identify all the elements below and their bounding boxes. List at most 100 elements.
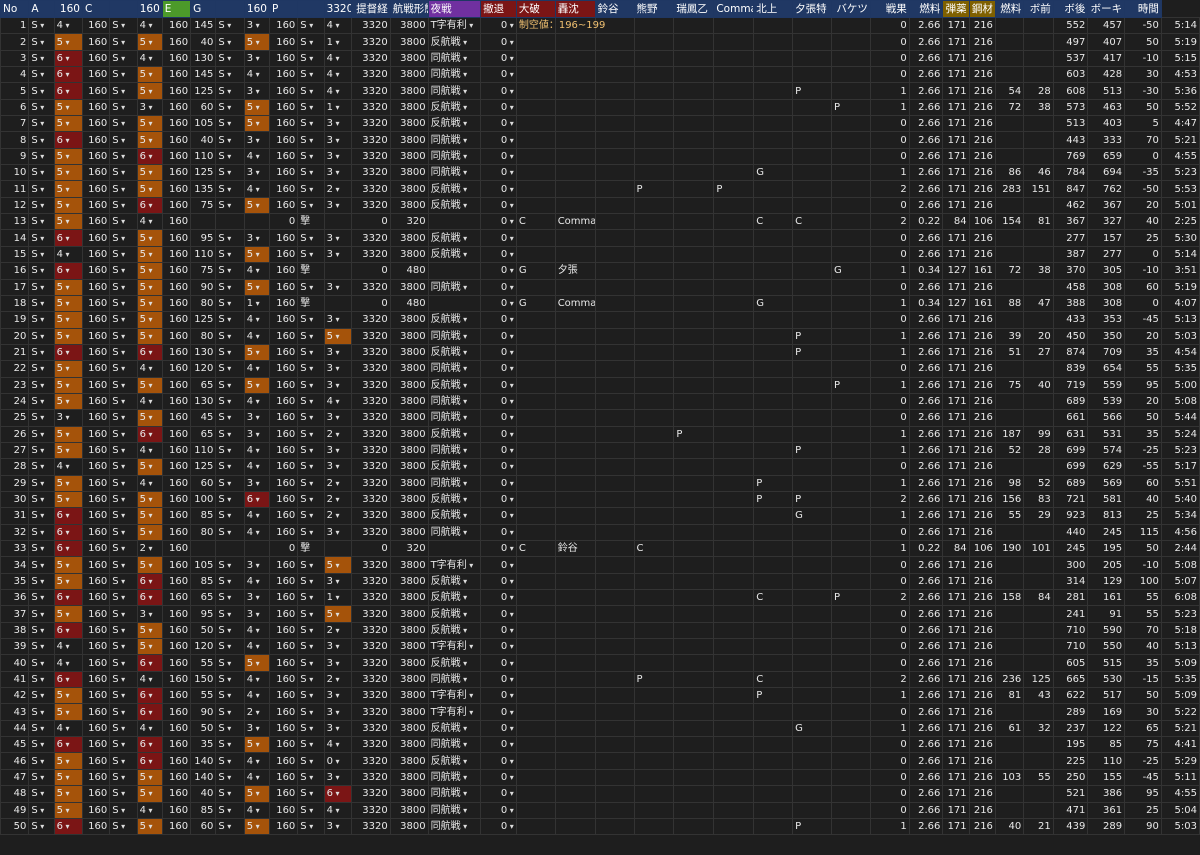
table-cell[interactable]: S <box>28 589 55 607</box>
table-cell[interactable]: 6 <box>53 736 83 754</box>
table-cell[interactable] <box>673 229 715 247</box>
table-cell[interactable] <box>633 703 675 721</box>
table-cell[interactable] <box>713 425 755 443</box>
table-cell[interactable] <box>515 327 556 345</box>
table-cell[interactable] <box>753 327 794 345</box>
table-cell[interactable]: 171 <box>942 409 970 427</box>
table-cell[interactable]: 5 <box>136 262 163 280</box>
table-cell[interactable] <box>831 327 871 345</box>
table-cell[interactable]: 160 <box>161 425 192 443</box>
table-cell[interactable]: 5 <box>136 785 163 803</box>
table-cell[interactable]: S <box>109 507 138 525</box>
table-cell[interactable] <box>831 687 871 705</box>
table-cell[interactable]: 6 <box>136 736 163 754</box>
table-cell[interactable]: 160 <box>268 196 299 215</box>
table-cell[interactable]: 0 <box>480 441 517 460</box>
table-cell[interactable]: 195 <box>1087 539 1126 558</box>
table-cell[interactable]: 0 <box>480 703 517 721</box>
table-cell[interactable] <box>713 817 755 836</box>
table-cell[interactable] <box>554 654 596 672</box>
table-cell[interactable] <box>515 507 556 525</box>
table-cell[interactable]: S <box>297 752 325 770</box>
table-cell[interactable]: 874 <box>1052 343 1089 362</box>
table-cell[interactable] <box>633 621 675 640</box>
table-cell[interactable]: 同航戦 <box>427 474 482 492</box>
table-cell[interactable]: 3800 <box>389 33 429 51</box>
table-cell[interactable]: T字有利 <box>427 638 482 656</box>
table-cell[interactable]: 0 <box>480 180 517 198</box>
table-cell[interactable] <box>1023 131 1054 149</box>
table-cell[interactable] <box>633 327 675 345</box>
table-cell[interactable]: S <box>297 311 325 329</box>
table-cell[interactable]: 5 <box>53 768 83 787</box>
table-cell[interactable]: 283 <box>994 180 1025 198</box>
table-cell[interactable]: 0 <box>1124 294 1162 313</box>
table-cell[interactable]: 106 <box>968 213 996 231</box>
table-cell[interactable]: 0 <box>869 605 910 623</box>
table-cell[interactable]: 1 <box>869 507 910 525</box>
table-cell[interactable] <box>1023 278 1054 296</box>
table-cell[interactable]: 6 <box>53 131 83 149</box>
table-cell[interactable] <box>594 66 635 84</box>
table-cell[interactable]: 0 <box>350 294 391 313</box>
table-cell[interactable]: 3800 <box>389 98 429 117</box>
table-cell[interactable] <box>673 654 715 672</box>
table-cell[interactable] <box>753 147 794 166</box>
table-cell[interactable] <box>673 785 715 803</box>
table-cell[interactable] <box>515 752 556 770</box>
table-cell[interactable]: 5:08 <box>1160 392 1200 411</box>
table-cell[interactable] <box>594 768 635 787</box>
table-cell[interactable]: 3320 <box>350 736 391 754</box>
table-cell[interactable]: 160 <box>268 180 299 198</box>
table-cell[interactable]: 37 <box>0 605 30 623</box>
table-cell[interactable]: 0 <box>869 147 910 166</box>
table-cell[interactable] <box>753 817 794 836</box>
table-cell[interactable]: 3800 <box>389 278 429 296</box>
table-cell[interactable]: 52 <box>994 441 1025 460</box>
table-cell[interactable]: 55 <box>994 507 1025 525</box>
table-cell[interactable]: 16 <box>0 262 30 280</box>
table-cell[interactable]: 47 <box>0 768 30 787</box>
table-cell[interactable]: 361 <box>1087 801 1126 819</box>
table-cell[interactable]: 2.66 <box>908 409 944 427</box>
table-cell[interactable]: 42 <box>0 687 30 705</box>
table-cell[interactable]: 撃 <box>297 539 325 558</box>
column-header[interactable]: Comma <box>713 0 755 18</box>
table-cell[interactable]: S <box>215 343 245 362</box>
table-cell[interactable] <box>713 343 755 362</box>
table-cell[interactable]: 3 <box>243 229 270 247</box>
table-cell[interactable] <box>554 425 596 443</box>
table-cell[interactable]: 171 <box>942 82 970 100</box>
table-cell[interactable]: 100 <box>1124 572 1162 591</box>
table-cell[interactable]: Commandant Teste <box>554 294 596 313</box>
table-cell[interactable]: 2.66 <box>908 654 944 672</box>
table-cell[interactable] <box>554 164 596 182</box>
table-cell[interactable] <box>1023 66 1054 84</box>
table-cell[interactable]: 3320 <box>350 654 391 672</box>
table-cell[interactable]: 160 <box>81 703 111 721</box>
table-cell[interactable] <box>594 82 635 100</box>
table-cell[interactable]: 277 <box>1052 229 1089 247</box>
table-cell[interactable]: 3 <box>323 278 352 296</box>
table-cell[interactable]: 5 <box>136 180 163 198</box>
table-cell[interactable] <box>554 441 596 460</box>
table-cell[interactable]: S <box>297 556 325 574</box>
table-cell[interactable] <box>994 16 1025 35</box>
table-cell[interactable] <box>673 768 715 787</box>
table-cell[interactable] <box>713 589 755 607</box>
table-cell[interactable]: 4 <box>243 66 270 84</box>
table-cell[interactable] <box>792 589 833 607</box>
table-cell[interactable]: S <box>109 16 138 35</box>
table-cell[interactable]: 0 <box>869 523 910 542</box>
table-cell[interactable]: 5:21 <box>1160 719 1200 738</box>
table-cell[interactable]: 0 <box>350 262 391 280</box>
table-cell[interactable] <box>673 376 715 394</box>
table-cell[interactable]: 3320 <box>350 817 391 836</box>
table-cell[interactable]: 433 <box>1052 311 1089 329</box>
table-cell[interactable]: 145 <box>190 16 217 35</box>
table-cell[interactable] <box>753 278 794 296</box>
table-cell[interactable] <box>753 785 794 803</box>
table-cell[interactable]: 1 <box>869 98 910 117</box>
table-cell[interactable] <box>753 66 794 84</box>
table-cell[interactable]: 5 <box>53 392 83 411</box>
